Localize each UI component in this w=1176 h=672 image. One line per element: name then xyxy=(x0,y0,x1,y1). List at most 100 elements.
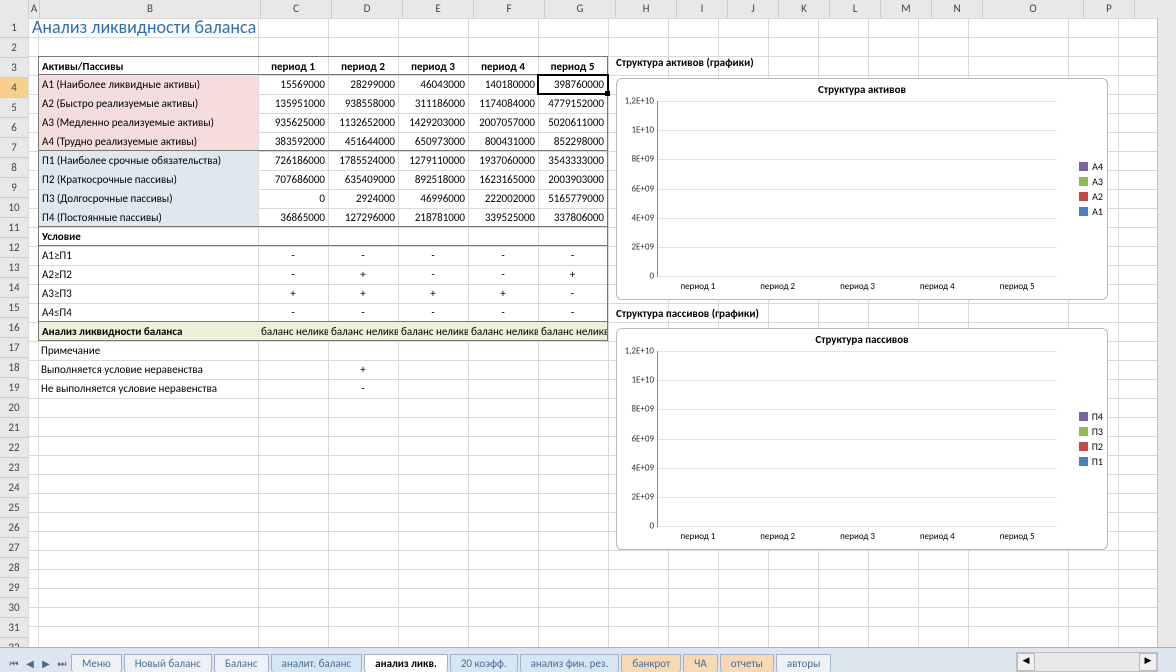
col-header-E[interactable]: E xyxy=(403,0,474,18)
liab-val-2-3[interactable]: 222002000 xyxy=(468,189,538,208)
row-header-8[interactable]: 8 xyxy=(0,158,28,178)
row-header-28[interactable]: 28 xyxy=(0,558,28,578)
liab-val-3-0[interactable]: 36865000 xyxy=(258,208,328,227)
cond-val-3-1[interactable]: - xyxy=(328,303,398,322)
col-header-F[interactable]: F xyxy=(474,0,545,18)
sheet-tab-0[interactable]: Меню xyxy=(71,654,122,672)
tab-nav-prev[interactable]: ◀ xyxy=(22,654,38,672)
cond-val-2-4[interactable]: - xyxy=(538,284,608,303)
cond-val-1-2[interactable]: - xyxy=(398,265,468,284)
col-header-C[interactable]: C xyxy=(261,0,332,18)
asset-val-3-4[interactable]: 852298000 xyxy=(538,132,608,151)
row-header-19[interactable]: 19 xyxy=(0,378,28,398)
row-header-30[interactable]: 30 xyxy=(0,598,28,618)
chart-0[interactable]: Структура активов02E+094E+096E+098E+091E… xyxy=(616,78,1108,300)
asset-val-2-3[interactable]: 2007057000 xyxy=(468,113,538,132)
sheet-tab-4[interactable]: анализ ликв. xyxy=(364,654,448,672)
horizontal-scrollbar[interactable]: ◀▶ xyxy=(1016,652,1158,672)
col-header-L[interactable]: L xyxy=(830,0,881,18)
liab-val-1-2[interactable]: 892518000 xyxy=(398,170,468,189)
row-header-11[interactable]: 11 xyxy=(0,218,28,238)
cond-val-2-3[interactable]: + xyxy=(468,284,538,303)
liab-val-3-1[interactable]: 127296000 xyxy=(328,208,398,227)
cond-val-1-3[interactable]: - xyxy=(468,265,538,284)
sheet-tab-5[interactable]: 20 коэфф. xyxy=(450,654,518,672)
liab-val-2-2[interactable]: 46996000 xyxy=(398,189,468,208)
tab-nav-first[interactable]: ⏮ xyxy=(6,654,22,672)
tab-nav-next[interactable]: ▶ xyxy=(38,654,54,672)
liab-val-2-4[interactable]: 5165779000 xyxy=(538,189,608,208)
row-header-9[interactable]: 9 xyxy=(0,178,28,198)
asset-val-0-1[interactable]: 28299000 xyxy=(328,75,398,94)
cond-val-2-2[interactable]: + xyxy=(398,284,468,303)
asset-val-0-0[interactable]: 15569000 xyxy=(258,75,328,94)
asset-val-1-2[interactable]: 311186000 xyxy=(398,94,468,113)
liab-val-0-0[interactable]: 726186000 xyxy=(258,151,328,170)
cond-val-0-1[interactable]: - xyxy=(328,246,398,265)
tab-nav-last[interactable]: ⏭ xyxy=(54,654,70,672)
row-header-10[interactable]: 10 xyxy=(0,198,28,218)
row-header-26[interactable]: 26 xyxy=(0,518,28,538)
sheet-tab-7[interactable]: банкрот xyxy=(621,654,681,672)
row-header-27[interactable]: 27 xyxy=(0,538,28,558)
header-period-1[interactable]: период 2 xyxy=(328,56,398,75)
col-header-P[interactable]: P xyxy=(1084,0,1135,18)
liab-val-0-4[interactable]: 3543333000 xyxy=(538,151,608,170)
liab-val-3-2[interactable]: 218781000 xyxy=(398,208,468,227)
cond-val-2-1[interactable]: + xyxy=(328,284,398,303)
row-header-16[interactable]: 16 xyxy=(0,318,28,338)
asset-val-3-1[interactable]: 451644000 xyxy=(328,132,398,151)
row-header-31[interactable]: 31 xyxy=(0,618,28,638)
liab-val-0-2[interactable]: 1279110000 xyxy=(398,151,468,170)
cond-val-0-4[interactable]: - xyxy=(538,246,608,265)
row-header-24[interactable]: 24 xyxy=(0,478,28,498)
analysis-val-2[interactable]: баланс неликвиден xyxy=(398,322,468,341)
col-header-D[interactable]: D xyxy=(332,0,403,18)
row-header-15[interactable]: 15 xyxy=(0,298,28,318)
col-header-A[interactable]: A xyxy=(29,0,40,18)
row-header-2[interactable]: 2 xyxy=(0,38,28,58)
cond-val-0-0[interactable]: - xyxy=(258,246,328,265)
analysis-val-4[interactable]: баланс неликвиден xyxy=(538,322,608,341)
analysis-val-1[interactable]: баланс неликвиден xyxy=(328,322,398,341)
asset-val-2-1[interactable]: 1132652000 xyxy=(328,113,398,132)
cond-val-3-3[interactable]: - xyxy=(468,303,538,322)
row-header-18[interactable]: 18 xyxy=(0,358,28,378)
cond-val-1-1[interactable]: + xyxy=(328,265,398,284)
row-header-25[interactable]: 25 xyxy=(0,498,28,518)
asset-val-3-3[interactable]: 800431000 xyxy=(468,132,538,151)
header-period-3[interactable]: период 4 xyxy=(468,56,538,75)
analysis-label[interactable]: Анализ ликвидности баланса xyxy=(38,322,258,341)
cond-header[interactable]: Условие xyxy=(38,227,258,246)
asset-val-1-3[interactable]: 1174084000 xyxy=(468,94,538,113)
liab-val-1-4[interactable]: 2003903000 xyxy=(538,170,608,189)
col-header-H[interactable]: H xyxy=(616,0,677,18)
row-header-13[interactable]: 13 xyxy=(0,258,28,278)
liab-val-2-0[interactable]: 0 xyxy=(258,189,328,208)
analysis-val-0[interactable]: баланс неликвиден xyxy=(258,322,328,341)
vertical-scrollbar[interactable] xyxy=(1157,18,1176,648)
row-header-1[interactable]: 1 xyxy=(0,18,28,38)
header-period-2[interactable]: период 3 xyxy=(398,56,468,75)
chart-1[interactable]: Структура пассивов02E+094E+096E+098E+091… xyxy=(616,328,1108,550)
row-header-23[interactable]: 23 xyxy=(0,458,28,478)
col-header-M[interactable]: M xyxy=(881,0,932,18)
liab-label-1[interactable]: П2 (Краткосрочные пассивы) xyxy=(38,170,258,189)
sheet-tab-1[interactable]: Новый баланс xyxy=(124,654,212,672)
liab-val-3-3[interactable]: 339525000 xyxy=(468,208,538,227)
asset-val-1-4[interactable]: 4779152000 xyxy=(538,94,608,113)
asset-val-3-2[interactable]: 650973000 xyxy=(398,132,468,151)
asset-val-2-2[interactable]: 1429203000 xyxy=(398,113,468,132)
liab-val-3-4[interactable]: 337806000 xyxy=(538,208,608,227)
col-header-J[interactable]: J xyxy=(728,0,779,18)
cond-label-1[interactable]: А2≥П2 xyxy=(38,265,258,284)
cond-val-3-4[interactable]: - xyxy=(538,303,608,322)
asset-val-2-4[interactable]: 5020611000 xyxy=(538,113,608,132)
col-header-B[interactable]: B xyxy=(40,0,261,18)
cond-val-3-2[interactable]: - xyxy=(398,303,468,322)
col-header-N[interactable]: N xyxy=(932,0,983,18)
cond-label-3[interactable]: А4≤П4 xyxy=(38,303,258,322)
asset-label-0[interactable]: А1 (Наиболее ликвидные активы) xyxy=(38,75,258,94)
asset-val-0-3[interactable]: 140180000 xyxy=(468,75,538,94)
row-header-20[interactable]: 20 xyxy=(0,398,28,418)
